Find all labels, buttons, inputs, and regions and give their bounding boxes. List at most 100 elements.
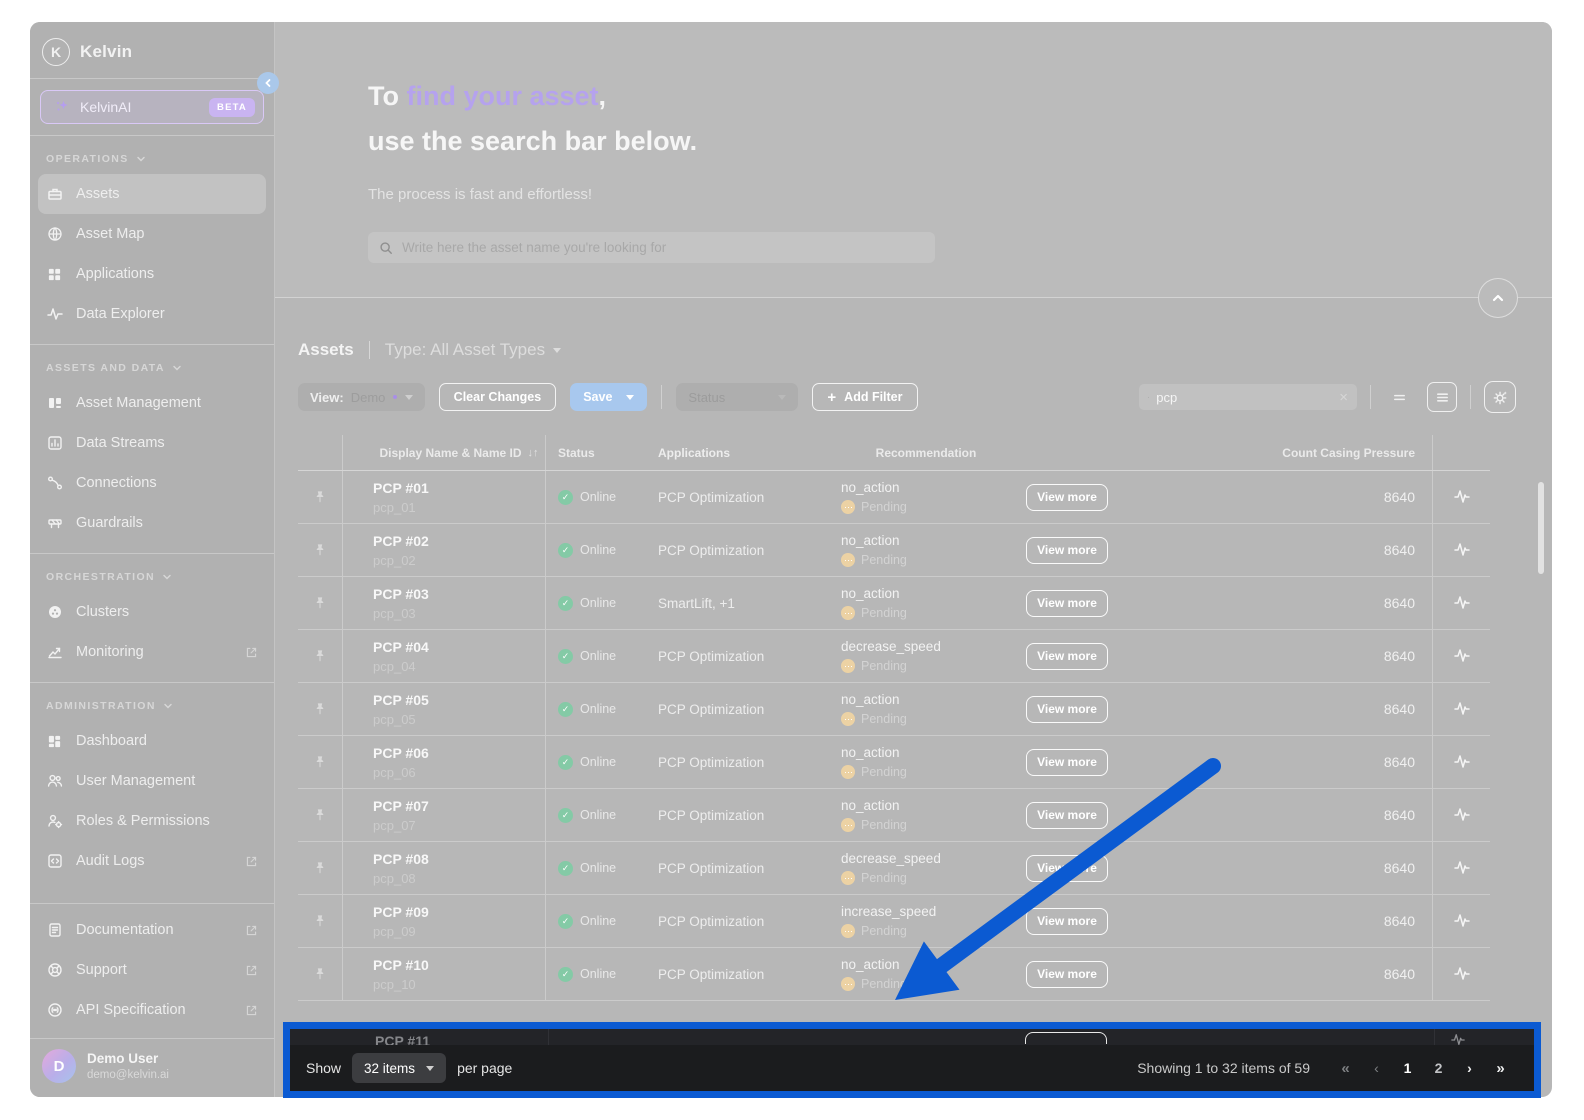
view-dropdown[interactable]: View: Demo • xyxy=(298,383,425,411)
column-header-recommendation[interactable]: Recommendation xyxy=(829,435,1011,470)
check-icon: ✓ xyxy=(561,491,570,502)
clear-changes-button[interactable]: Clear Changes xyxy=(438,383,557,411)
sidebar-item-documentation[interactable]: Documentation xyxy=(30,910,274,950)
user-profile[interactable]: D Demo User demo@kelvin.ai xyxy=(30,1039,274,1097)
next-page-button[interactable]: › xyxy=(1454,1060,1485,1076)
pin-cell[interactable] xyxy=(298,471,343,523)
timeseries-cell[interactable] xyxy=(1432,577,1490,629)
timeseries-cell[interactable] xyxy=(1432,471,1490,523)
timeseries-cell[interactable] xyxy=(1432,683,1490,735)
section-header-administration[interactable]: ADMINISTRATION xyxy=(30,683,274,721)
table-row[interactable]: PCP #04 pcp_04 ✓ Online PCP Optimization d… xyxy=(298,630,1490,683)
timeseries-cell[interactable] xyxy=(1432,524,1490,576)
sidebar-item-monitoring[interactable]: Monitoring xyxy=(30,632,274,672)
count-value: 8640 xyxy=(1383,489,1415,505)
section-header-operations[interactable]: OPERATIONS xyxy=(30,136,274,174)
sidebar-item-dashboard[interactable]: Dashboard xyxy=(30,721,274,761)
sidebar-item-asset-map[interactable]: Asset Map xyxy=(30,214,274,254)
sidebar-item-asset-management[interactable]: Asset Management xyxy=(30,383,274,423)
pin-cell[interactable] xyxy=(298,683,343,735)
timeseries-cell[interactable] xyxy=(1432,789,1490,841)
table-settings-button[interactable] xyxy=(1484,381,1516,413)
recommendation-value: decrease_speed xyxy=(841,639,941,654)
table-row[interactable]: PCP #03 pcp_03 ✓ Online SmartLift, +1 no_a… xyxy=(298,577,1490,630)
count-value: 8640 xyxy=(1383,701,1415,717)
clear-search-icon[interactable]: × xyxy=(1339,390,1348,405)
pin-cell[interactable] xyxy=(298,736,343,788)
view-more-button[interactable]: View more xyxy=(1026,695,1108,723)
connections-icon xyxy=(46,475,63,492)
sidebar-item-api-specification[interactable]: API Specification xyxy=(30,990,274,1030)
hero-search-bar[interactable] xyxy=(368,232,935,263)
table-search-bar[interactable]: × xyxy=(1139,384,1357,410)
table-row[interactable]: PCP #05 pcp_05 ✓ Online PCP Optimization n… xyxy=(298,683,1490,736)
sidebar-collapse-button[interactable] xyxy=(257,72,279,94)
search-icon xyxy=(380,241,392,254)
brand-logo[interactable]: K Kelvin xyxy=(30,22,274,78)
view-more-button[interactable]: View more xyxy=(1026,589,1108,617)
asset-search-input[interactable] xyxy=(402,240,924,255)
divider xyxy=(1370,385,1371,409)
sidebar-item-roles-permissions[interactable]: Roles & Permissions xyxy=(30,801,274,841)
guardrail-icon xyxy=(46,515,63,532)
table-row[interactable]: PCP #02 pcp_02 ✓ Online PCP Optimization n… xyxy=(298,524,1490,577)
pin-cell[interactable] xyxy=(298,789,343,841)
asset-type-filter[interactable]: Type: All Asset Types xyxy=(384,340,562,360)
pin-cell[interactable] xyxy=(298,577,343,629)
page-button-2[interactable]: 2 xyxy=(1423,1060,1454,1076)
column-header-status[interactable]: Status xyxy=(546,435,646,470)
sidebar-item-data-streams[interactable]: Data Streams xyxy=(30,423,274,463)
save-button[interactable]: Save xyxy=(570,383,648,411)
asset-display-name: PCP #08 xyxy=(373,850,429,867)
status-filter-dropdown[interactable]: Status xyxy=(676,383,799,411)
kelvinai-label: KelvinAI xyxy=(80,99,132,115)
sidebar-item-audit-logs[interactable]: Audit Logs xyxy=(30,841,274,881)
last-page-button[interactable]: » xyxy=(1485,1060,1516,1077)
column-header-applications[interactable]: Applications xyxy=(646,435,829,470)
first-page-button[interactable]: « xyxy=(1330,1060,1361,1077)
table-row[interactable]: PCP #01 pcp_01 ✓ Online PCP Optimization n… xyxy=(298,471,1490,524)
timeseries-cell[interactable] xyxy=(1432,895,1490,947)
view-more-button[interactable]: View more xyxy=(1026,642,1108,670)
section-header-assets-and-data[interactable]: ASSETS AND DATA xyxy=(30,345,274,383)
pin-cell[interactable] xyxy=(298,630,343,682)
asset-type-filter-label: Type: All Asset Types xyxy=(384,340,546,359)
sidebar-item-applications[interactable]: Applications xyxy=(30,254,274,294)
sidebar-item-support[interactable]: Support xyxy=(30,950,274,990)
view-more-button[interactable]: View more xyxy=(1026,483,1108,511)
recommendation-value: no_action xyxy=(841,692,900,707)
sidebar-item-assets[interactable]: Assets xyxy=(38,174,266,214)
table-vertical-scrollbar[interactable] xyxy=(1538,482,1544,574)
pin-cell[interactable] xyxy=(298,948,343,1000)
view-more-button[interactable]: View more xyxy=(1026,536,1108,564)
sidebar-item-clusters[interactable]: Clusters xyxy=(30,592,274,632)
count-value: 8640 xyxy=(1383,807,1415,823)
timeseries-cell[interactable] xyxy=(1432,948,1490,1000)
comfortable-view-toggle[interactable] xyxy=(1427,382,1457,412)
add-filter-button[interactable]: + Add Filter xyxy=(812,383,918,411)
section-header-orchestration[interactable]: ORCHESTRATION xyxy=(30,554,274,592)
timeseries-cell[interactable] xyxy=(1432,630,1490,682)
monitoring-chart-icon xyxy=(46,644,63,661)
page-button-1[interactable]: 1 xyxy=(1392,1060,1423,1076)
sidebar-item-guardrails[interactable]: Guardrails xyxy=(30,503,274,543)
name-cell: PCP #10 pcp_10 xyxy=(343,948,546,1000)
column-header-name[interactable]: Display Name & Name ID ↓↑ xyxy=(343,435,546,470)
timeseries-cell[interactable] xyxy=(1432,842,1490,894)
sort-icon[interactable]: ↓↑ xyxy=(528,447,539,459)
sidebar-item-kelvinai[interactable]: KelvinAI BETA xyxy=(40,90,264,124)
collapse-hero-button[interactable] xyxy=(1478,278,1518,318)
compact-view-toggle[interactable] xyxy=(1384,382,1414,412)
pin-cell[interactable] xyxy=(298,842,343,894)
pin-cell[interactable] xyxy=(298,895,343,947)
page-size-dropdown[interactable]: 32 items xyxy=(352,1053,447,1083)
table-search-input[interactable] xyxy=(1156,389,1333,405)
timeseries-cell[interactable] xyxy=(1432,736,1490,788)
column-header-count[interactable]: Count Casing Pressure xyxy=(1123,435,1432,470)
highlight-box-pagination: PCP #11 Show 32 items per page Showing 1… xyxy=(283,1022,1541,1098)
sidebar-item-user-management[interactable]: User Management xyxy=(30,761,274,801)
previous-page-button[interactable]: ‹ xyxy=(1361,1060,1392,1076)
sidebar-item-connections[interactable]: Connections xyxy=(30,463,274,503)
pin-cell[interactable] xyxy=(298,524,343,576)
sidebar-item-data-explorer[interactable]: Data Explorer xyxy=(30,294,274,334)
